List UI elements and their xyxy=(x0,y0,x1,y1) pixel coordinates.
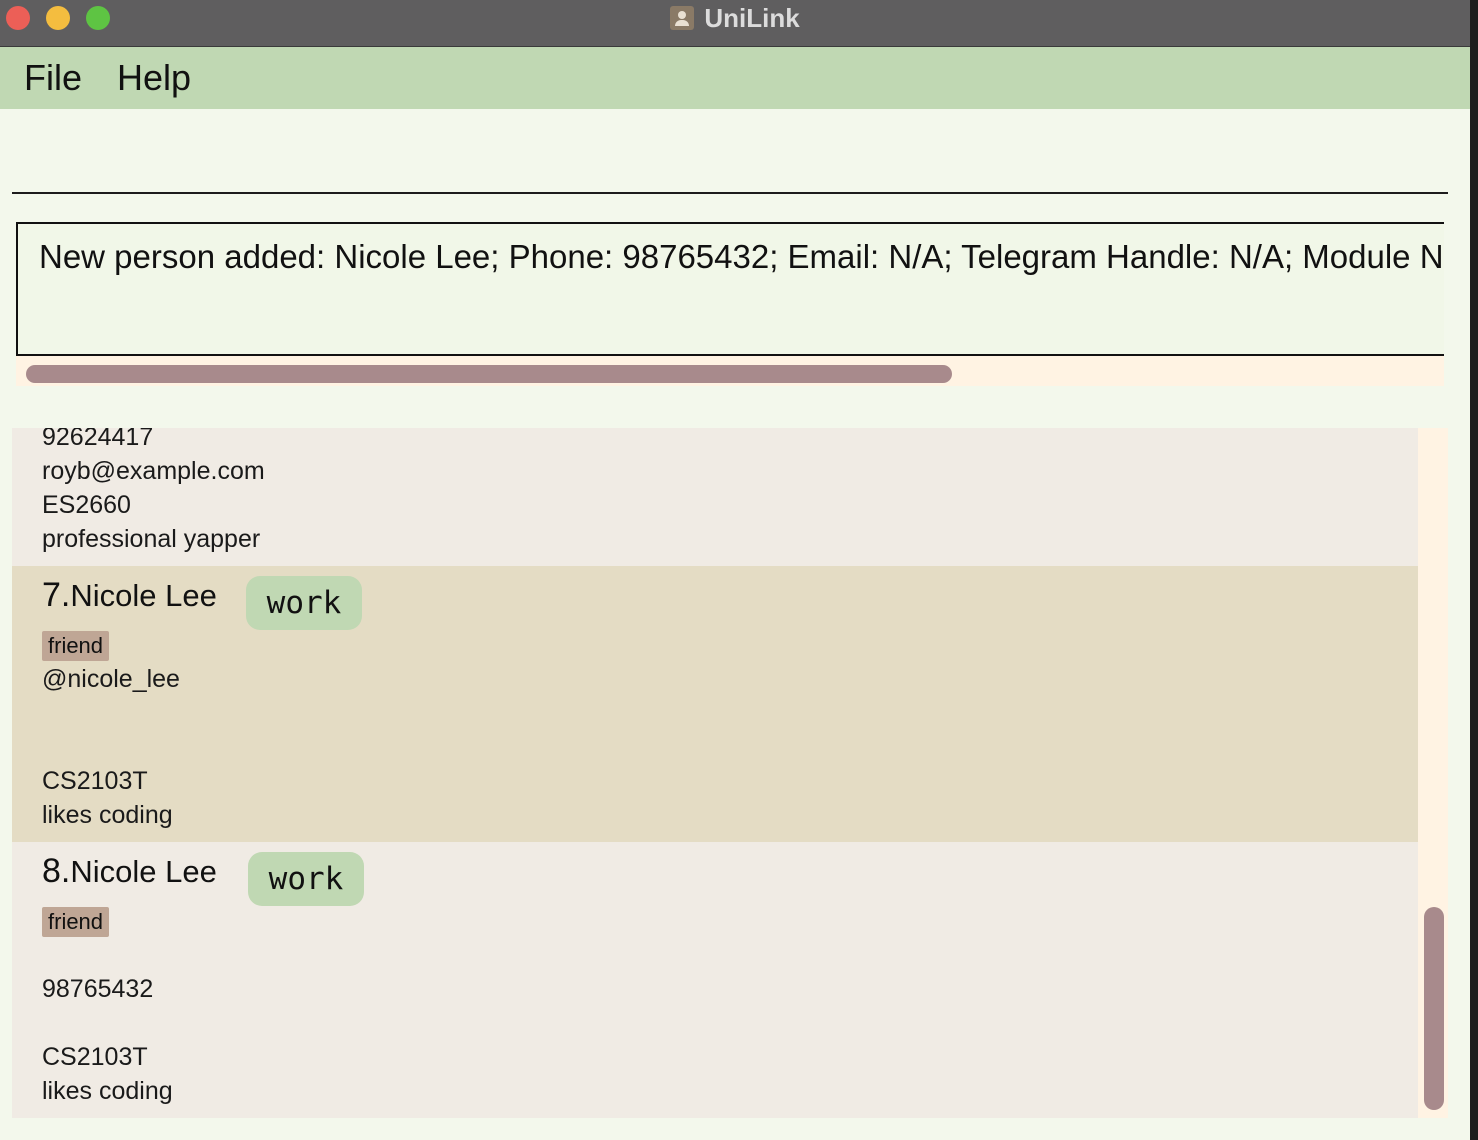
person-name: Nicole Lee xyxy=(70,578,217,613)
friend-tag: friend xyxy=(42,907,110,937)
result-display: New person added: Nicole Lee; Phone: 987… xyxy=(16,222,1444,356)
window-title: UniLink xyxy=(704,2,800,33)
person-index: 8. xyxy=(42,852,71,890)
window-title-group: UniLink xyxy=(0,0,1470,36)
command-box xyxy=(12,114,1448,194)
person-card-8[interactable]: 8.Nicole Lee work friend 98765432 CS2103… xyxy=(12,842,1418,1118)
person-list-vertical-scrollbar[interactable] xyxy=(1424,907,1444,1110)
title-bar[interactable]: UniLink xyxy=(0,0,1470,47)
group-tag: work xyxy=(246,576,362,630)
person-phone: 98765432 xyxy=(42,975,154,1003)
person-name-heading: 8.Nicole Lee xyxy=(42,852,217,891)
person-remark: professional yapper xyxy=(42,525,261,553)
menu-file[interactable]: File xyxy=(24,57,82,99)
person-module: ES2660 xyxy=(42,491,131,519)
person-card-7[interactable]: 7.Nicole Lee work friend @nicole_lee CS2… xyxy=(12,566,1418,842)
person-card-partial[interactable]: 92624417 royb@example.com ES2660 profess… xyxy=(12,428,1418,566)
person-name: Nicole Lee xyxy=(70,854,217,889)
result-display-panel: New person added: Nicole Lee; Phone: 987… xyxy=(16,222,1444,386)
command-input[interactable] xyxy=(12,114,1448,192)
person-email: royb@example.com xyxy=(42,457,265,485)
app-contact-icon xyxy=(670,6,695,30)
group-tag: work xyxy=(248,852,364,906)
person-telegram: @nicole_lee xyxy=(42,665,180,693)
menu-bar: File Help xyxy=(0,47,1470,109)
unilink-window: UniLink File Help New person added: Nico… xyxy=(0,0,1470,1140)
person-name-heading: 7.Nicole Lee xyxy=(42,576,217,615)
result-horizontal-scrollbar[interactable] xyxy=(26,365,952,383)
friend-tag: friend xyxy=(42,631,110,661)
person-index: 7. xyxy=(42,576,71,614)
person-module: CS2103T xyxy=(42,1043,148,1071)
person-list-panel: 92624417 royb@example.com ES2660 profess… xyxy=(12,428,1448,1118)
person-module: CS2103T xyxy=(42,767,148,795)
person-remark: likes coding xyxy=(42,1077,173,1105)
background-edge xyxy=(1470,0,1478,1140)
menu-help[interactable]: Help xyxy=(117,57,191,99)
result-message: New person added: Nicole Lee; Phone: 987… xyxy=(39,238,1444,275)
person-phone: 92624417 xyxy=(42,428,154,451)
person-remark: likes coding xyxy=(42,801,173,829)
